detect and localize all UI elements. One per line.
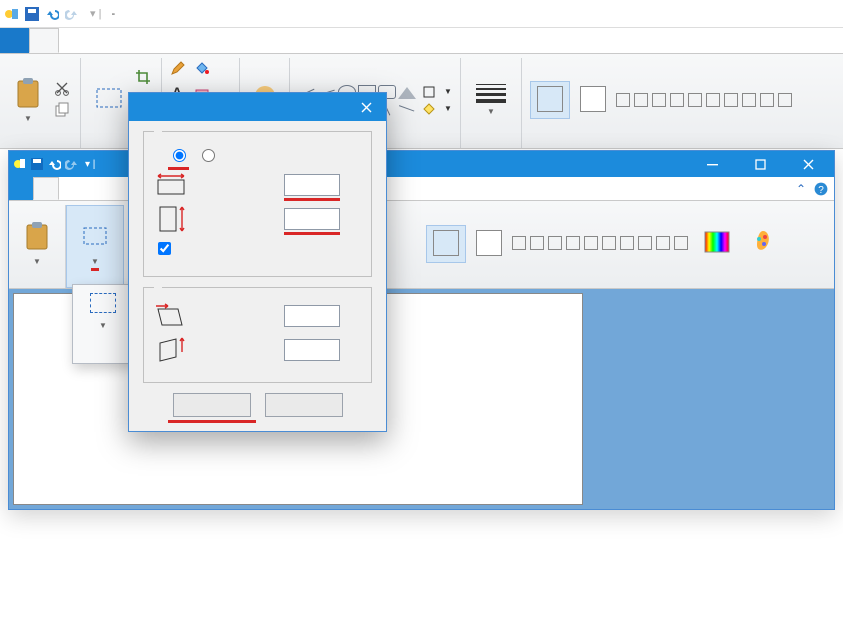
dialog-titlebar[interactable] — [129, 93, 386, 121]
svg-text:?: ? — [818, 185, 824, 196]
skew-v-input[interactable] — [284, 339, 340, 361]
thickness-icon — [473, 84, 509, 103]
color1-swatch — [537, 86, 563, 112]
resize-skew-dialog — [128, 92, 387, 432]
resize-h-input[interactable] — [284, 174, 340, 196]
app-icon — [13, 157, 27, 171]
clipboard-icon — [21, 221, 53, 253]
copy-icon[interactable] — [54, 102, 72, 120]
select-dropdown[interactable]: ▼ — [72, 284, 134, 364]
tab-file[interactable] — [0, 28, 29, 53]
color2-swatch — [580, 86, 606, 112]
radio-percent[interactable] — [168, 146, 189, 165]
undo-icon[interactable] — [47, 157, 61, 171]
close-button[interactable] — [786, 151, 830, 177]
save-icon[interactable] — [24, 6, 40, 22]
paint3d-icon — [747, 227, 779, 259]
crop-icon[interactable] — [135, 69, 153, 87]
skew-horizontal-icon — [154, 302, 188, 330]
select-rect-icon — [93, 83, 125, 115]
inner-color2-button[interactable] — [472, 228, 506, 260]
select-rect-icon — [90, 293, 116, 313]
collapse-ribbon-icon[interactable]: ⌃ — [796, 182, 806, 196]
ribbon-tabs — [0, 28, 843, 54]
palette-custom[interactable] — [512, 236, 691, 253]
save-icon[interactable] — [31, 158, 43, 170]
inner-group-colors — [374, 205, 834, 288]
color2-button[interactable] — [576, 84, 610, 116]
thickness-button[interactable]: ▼ — [469, 82, 513, 118]
tab-view[interactable] — [59, 28, 88, 53]
paint3d-button[interactable] — [743, 225, 783, 263]
skew-fieldset — [143, 287, 372, 383]
shape-outline-button[interactable]: ▼ — [422, 85, 452, 99]
cut-icon[interactable] — [54, 80, 72, 98]
dialog-close-button[interactable] — [352, 96, 380, 118]
cancel-button[interactable] — [265, 393, 343, 417]
edit-colors-button[interactable] — [697, 225, 737, 263]
ribbon: ▼ A — [0, 54, 843, 149]
minimize-button[interactable] — [690, 151, 734, 177]
palette-custom[interactable] — [616, 93, 795, 110]
help-icon[interactable]: ? — [814, 182, 828, 196]
fill-bucket-icon — [422, 102, 436, 116]
maximize-button[interactable] — [738, 151, 782, 177]
titlebar: ▾ | - — [0, 0, 843, 28]
select-rect-icon — [79, 221, 111, 253]
skew-h-input[interactable] — [284, 305, 340, 327]
fill-icon[interactable] — [194, 60, 212, 78]
inner-paste-button[interactable]: ▼ — [17, 219, 57, 268]
group-colors — [522, 58, 803, 148]
color1-swatch — [433, 230, 459, 256]
resize-fieldset — [143, 131, 372, 277]
color1-button[interactable] — [530, 81, 570, 119]
select-button[interactable] — [89, 81, 129, 119]
inner-color1-button[interactable] — [426, 225, 466, 263]
group-thickness: ▼ — [461, 58, 522, 148]
undo-icon[interactable] — [44, 6, 60, 22]
resize-v-input[interactable] — [284, 208, 340, 230]
spectrum-icon — [701, 227, 733, 259]
radio-pixels[interactable] — [197, 146, 218, 165]
skew-vertical-icon — [154, 336, 188, 364]
redo-icon[interactable] — [64, 6, 80, 22]
inner-tab-home[interactable] — [33, 177, 59, 200]
inner-group-image: ▼ — [66, 205, 124, 288]
outline-icon — [422, 85, 436, 99]
paste-button[interactable]: ▼ — [8, 76, 48, 125]
app-icon — [4, 6, 20, 22]
shape-fill-button[interactable]: ▼ — [422, 102, 452, 116]
resize-horizontal-icon — [154, 171, 188, 199]
inner-group-clipboard: ▼ — [9, 205, 66, 288]
keep-aspect-checkbox[interactable] — [154, 239, 174, 258]
group-clipboard: ▼ — [0, 58, 81, 148]
inner-tab-file[interactable] — [9, 177, 33, 200]
color2-swatch — [476, 230, 502, 256]
redo-icon[interactable] — [65, 157, 79, 171]
clipboard-icon — [12, 78, 44, 110]
ok-button[interactable] — [173, 393, 251, 417]
resize-vertical-icon — [154, 205, 188, 233]
inner-image-button[interactable]: ▼ — [75, 219, 115, 268]
pencil-icon[interactable] — [170, 60, 188, 78]
tab-home[interactable] — [29, 28, 59, 53]
